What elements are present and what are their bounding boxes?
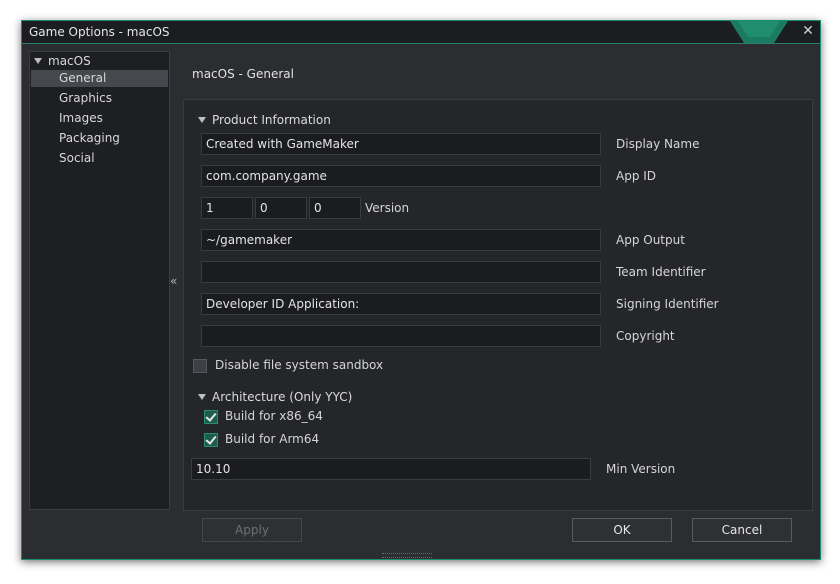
tree-item-label: Graphics: [59, 91, 112, 105]
display-name-input[interactable]: Created with GameMaker: [201, 133, 601, 155]
signing-identifier-input[interactable]: Developer ID Application:: [201, 293, 601, 315]
tree-item-label: Packaging: [59, 131, 120, 145]
tree-item-packaging[interactable]: Packaging: [31, 130, 168, 147]
app-output-label: App Output: [616, 233, 685, 247]
tree-item-images[interactable]: Images: [31, 110, 168, 127]
window-title: Game Options - macOS: [29, 25, 170, 39]
min-version-input[interactable]: 10.10: [191, 458, 591, 480]
resize-grip[interactable]: [382, 553, 432, 558]
build-arm64-checkbox[interactable]: [204, 433, 218, 447]
game-options-window: Game Options - macOS ✕ macOS General Gra…: [21, 20, 821, 560]
section-title: Product Information: [212, 113, 331, 127]
version-label: Version: [365, 201, 410, 215]
apply-button[interactable]: Apply: [202, 518, 302, 542]
tree-item-graphics[interactable]: Graphics: [31, 90, 168, 107]
sandbox-checkbox[interactable]: [193, 359, 207, 373]
team-identifier-input[interactable]: [201, 261, 601, 283]
collapse-panel-icon[interactable]: «: [170, 274, 177, 288]
version-build-input[interactable]: 0: [309, 197, 361, 219]
app-id-label: App ID: [616, 169, 657, 183]
title-bar[interactable]: Game Options - macOS ✕: [22, 21, 820, 44]
tree-item-general[interactable]: General: [31, 70, 168, 87]
page-title: macOS - General: [192, 67, 294, 81]
signing-identifier-label: Signing Identifier: [616, 297, 719, 311]
collapse-arrow-icon[interactable]: [198, 394, 206, 400]
settings-panel: Product Information Created with GameMak…: [183, 99, 813, 511]
close-icon[interactable]: ✕: [800, 23, 816, 39]
build-x86-label: Build for x86_64: [225, 409, 323, 423]
copyright-input[interactable]: [201, 325, 601, 347]
tree-item-label: Social: [59, 151, 95, 165]
build-arm64-label: Build for Arm64: [225, 432, 320, 446]
display-name-label: Display Name: [616, 137, 700, 151]
cancel-button[interactable]: Cancel: [692, 518, 792, 542]
version-minor-input[interactable]: 0: [255, 197, 307, 219]
expand-arrow-icon[interactable]: [34, 58, 42, 64]
ok-button[interactable]: OK: [572, 518, 672, 542]
tree-item-label: General: [59, 71, 107, 85]
copyright-label: Copyright: [616, 329, 675, 343]
tree-item-label: Images: [59, 111, 103, 125]
options-tree: macOS General Graphics Images Packaging …: [29, 51, 170, 510]
tree-item-social[interactable]: Social: [31, 150, 168, 167]
section-title: Architecture (Only YYC): [212, 390, 353, 404]
tree-root-label: macOS: [48, 54, 91, 68]
build-x86-checkbox[interactable]: [204, 410, 218, 424]
version-major-input[interactable]: 1: [201, 197, 253, 219]
min-version-label: Min Version: [606, 462, 676, 476]
title-decoration-icon: [730, 21, 788, 43]
app-id-input[interactable]: com.company.game: [201, 165, 601, 187]
app-output-input[interactable]: ~/gamemaker: [201, 229, 601, 251]
sandbox-label: Disable file system sandbox: [215, 358, 384, 372]
team-identifier-label: Team Identifier: [616, 265, 706, 279]
collapse-arrow-icon[interactable]: [198, 117, 206, 123]
